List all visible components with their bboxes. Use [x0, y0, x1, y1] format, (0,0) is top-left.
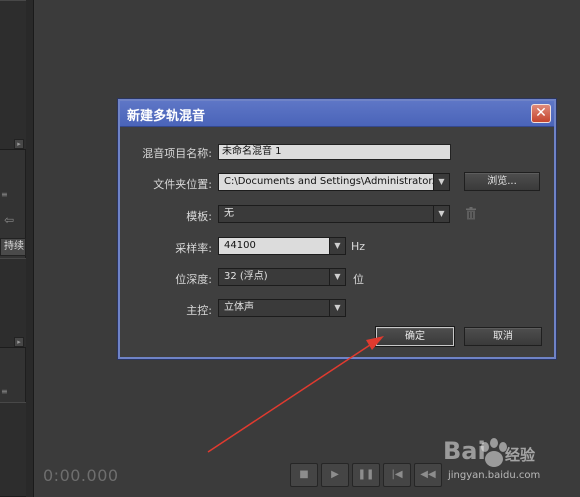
mix-name-label: 混音项目名称: — [142, 147, 212, 160]
browse-button[interactable]: 浏览... — [464, 172, 540, 191]
left-panel-tab[interactable]: 持续 — [0, 238, 26, 256]
back-arrow-icon[interactable]: ⇦ — [4, 213, 14, 227]
play-icon[interactable]: ▶ — [321, 463, 349, 487]
cancel-button[interactable]: 取消 — [464, 327, 542, 346]
sample-rate-label: 采样率: — [175, 242, 212, 255]
scroll-right-arrow-icon[interactable]: ▸ — [14, 139, 24, 149]
template-label: 模板: — [186, 210, 212, 223]
panel-grip-icon[interactable]: ≡ — [1, 388, 11, 396]
bit-depth-dropdown[interactable]: 32 (浮点) ▼ — [218, 268, 346, 286]
time-display: 0:00.000 — [43, 466, 119, 485]
chevron-down-icon: ▼ — [329, 300, 345, 316]
trash-icon[interactable] — [465, 207, 477, 220]
sample-rate-value: 44100 — [224, 240, 256, 251]
new-multitrack-dialog: 新建多轨混音 ✕ 混音项目名称: 未命名混音 1 文件夹位置: C:\Docum… — [118, 99, 556, 359]
template-dropdown[interactable]: 无 ▼ — [218, 205, 450, 223]
transport-controls: ■ ▶ ❚❚ |◀ ◀◀ — [290, 463, 442, 489]
left-panel: ▸ ≡ ⇦ 持续 ▸ ≡ — [0, 0, 26, 497]
pause-icon[interactable]: ❚❚ — [352, 463, 380, 487]
chevron-down-icon: ▼ — [433, 174, 449, 190]
dialog-title: 新建多轨混音 — [127, 109, 206, 124]
master-dropdown[interactable]: 立体声 ▼ — [218, 299, 346, 317]
mix-name-input[interactable]: 未命名混音 1 — [218, 144, 451, 160]
panel-divider[interactable] — [26, 0, 34, 497]
dialog-titlebar[interactable]: 新建多轨混音 ✕ — [120, 101, 554, 127]
bit-depth-label: 位深度: — [175, 273, 212, 286]
close-icon[interactable]: ✕ — [531, 104, 551, 123]
template-value: 无 — [224, 208, 234, 219]
left-panel-section-bottom — [0, 402, 26, 497]
go-to-start-icon[interactable]: |◀ — [383, 463, 411, 487]
sample-rate-dropdown[interactable]: 44100 ▼ — [218, 237, 346, 255]
left-panel-section-top: ▸ — [0, 0, 26, 150]
stop-icon[interactable]: ■ — [290, 463, 318, 487]
rewind-icon[interactable]: ◀◀ — [414, 463, 442, 487]
bit-depth-unit: 位 — [353, 273, 364, 286]
scroll-right-arrow-icon[interactable]: ▸ — [14, 337, 24, 347]
chevron-down-icon: ▼ — [329, 238, 345, 254]
watermark-jingyan: 经验 — [505, 446, 536, 464]
panel-grip-icon[interactable]: ≡ — [1, 191, 11, 199]
ok-button[interactable]: 确定 — [376, 327, 454, 346]
folder-location-dropdown[interactable]: C:\Documents and Settings\Administrator.… — [218, 173, 450, 191]
left-panel-section-middle: ▸ — [0, 258, 26, 348]
watermark-url: jingyan.baidu.com — [448, 470, 541, 481]
master-label: 主控: — [186, 304, 212, 317]
bit-depth-value: 32 (浮点) — [224, 271, 268, 282]
sample-rate-unit: Hz — [351, 240, 366, 253]
folder-location-label: 文件夹位置: — [153, 178, 212, 191]
chevron-down-icon: ▼ — [433, 206, 449, 222]
folder-location-value: C:\Documents and Settings\Administrator.… — [224, 176, 442, 187]
master-value: 立体声 — [224, 302, 254, 313]
chevron-down-icon: ▼ — [329, 269, 345, 285]
dialog-body: 混音项目名称: 未命名混音 1 文件夹位置: C:\Documents and … — [120, 127, 554, 357]
